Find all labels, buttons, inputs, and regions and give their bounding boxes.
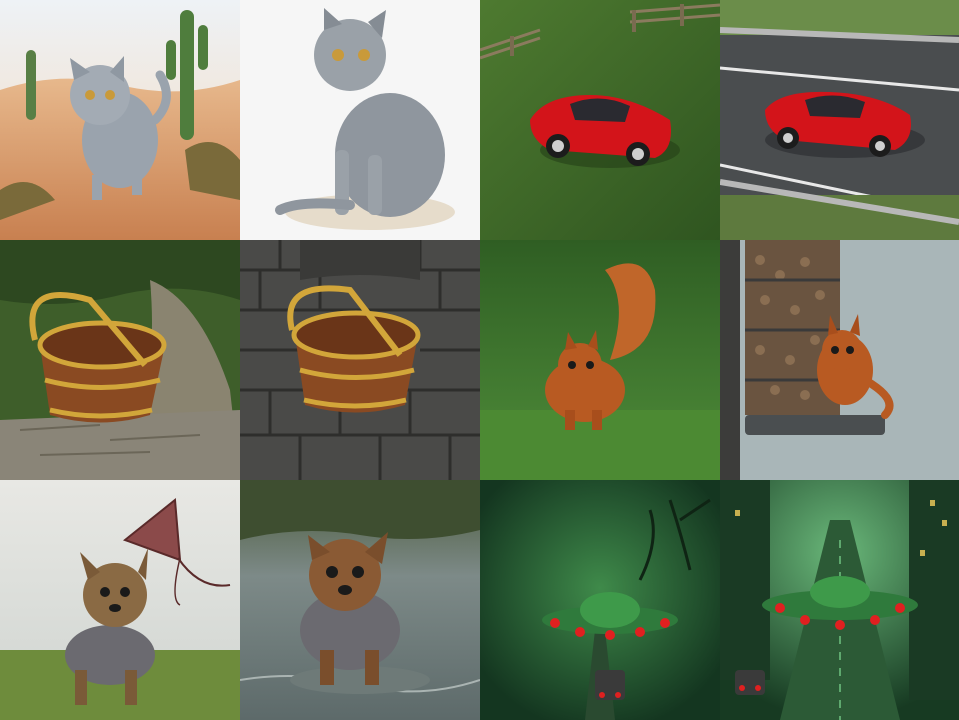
cat-desert-image (0, 0, 240, 240)
yorkie-kite-image (0, 480, 240, 720)
image-grid (0, 0, 959, 720)
ufo-forest-image (480, 480, 720, 720)
cat-studio-image (240, 0, 480, 240)
tile-yorkie-kite (0, 480, 240, 720)
ufo-city-image (720, 480, 959, 720)
tile-cat-studio (240, 0, 480, 240)
tile-bucket-stone (240, 240, 480, 480)
tile-ufo-forest (480, 480, 720, 720)
tile-car-highway (720, 0, 959, 240)
tile-squirrel-feeder (720, 240, 959, 480)
car-grass-image (480, 0, 720, 240)
yorkie-stream-image (240, 480, 480, 720)
squirrel-lawn-image (480, 240, 720, 480)
squirrel-feeder-image (720, 240, 959, 480)
bucket-stone-image (240, 240, 480, 480)
car-highway-image (720, 0, 959, 240)
tile-bucket-garden (0, 240, 240, 480)
tile-squirrel-lawn (480, 240, 720, 480)
tile-yorkie-stream (240, 480, 480, 720)
tile-car-grass (480, 0, 720, 240)
tile-ufo-city (720, 480, 959, 720)
tile-cat-desert (0, 0, 240, 240)
bucket-garden-image (0, 240, 240, 480)
